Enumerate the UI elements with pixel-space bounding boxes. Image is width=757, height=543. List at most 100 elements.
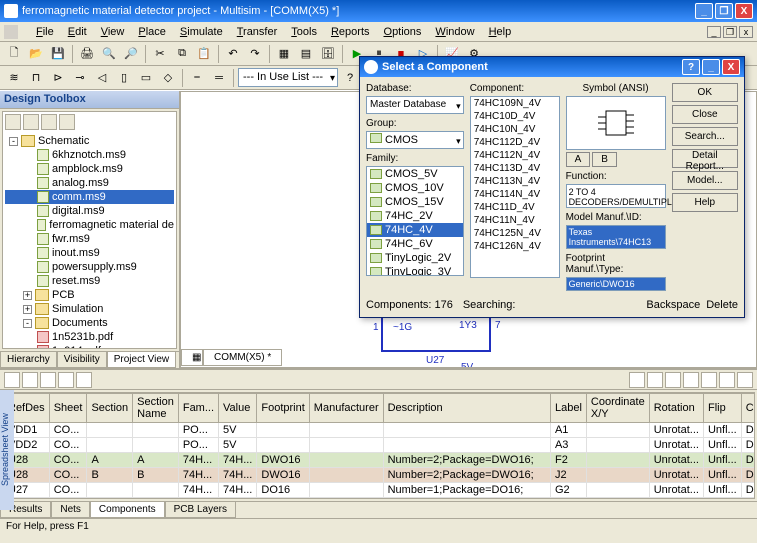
dialog-help-button[interactable]: ? <box>682 59 700 75</box>
component-item[interactable]: 74HC126N_4V <box>471 240 559 253</box>
spreadsheet-toggle-button[interactable]: ▤ <box>296 44 316 64</box>
place-misc-button[interactable]: ◇ <box>158 68 178 88</box>
family-item[interactable]: TinyLogic_2V <box>367 251 463 265</box>
backspace-link[interactable]: Backspace <box>646 299 700 311</box>
ss-tool-1[interactable] <box>629 372 645 388</box>
undo-button[interactable]: ↶ <box>223 44 243 64</box>
tree-root[interactable]: -Schematic <box>5 134 174 148</box>
family-item[interactable]: CMOS_5V <box>367 167 463 181</box>
zoom-out-button[interactable]: 🔎 <box>121 44 141 64</box>
toolbox-tab-visibility[interactable]: Visibility <box>57 352 107 368</box>
tree-folder-documents[interactable]: -Documents <box>5 316 174 330</box>
component-item[interactable]: 74HC109N_4V <box>471 97 559 110</box>
component-item[interactable]: 74HC10D_4V <box>471 110 559 123</box>
mdi-close-button[interactable]: x <box>739 26 753 38</box>
help-button[interactable]: ? <box>340 68 360 88</box>
menu-simulate[interactable]: Simulate <box>173 24 230 40</box>
ss-export-button[interactable] <box>4 372 20 388</box>
tree-up-button[interactable] <box>41 114 57 130</box>
copy-button[interactable]: ⧉ <box>172 44 192 64</box>
tree-file-ampblock-ms9[interactable]: ampblock.ms9 <box>5 162 174 176</box>
table-row[interactable]: VDD1CO...PO...5VA1Unrotat...Unfl...Def..… <box>4 423 756 438</box>
ss-tool-6[interactable] <box>719 372 735 388</box>
place-bus-button[interactable]: ═ <box>209 68 229 88</box>
menu-place[interactable]: Place <box>131 24 173 40</box>
place-diode-button[interactable]: ⊳ <box>48 68 68 88</box>
place-source-button[interactable]: ≋ <box>4 68 24 88</box>
tree-folder-pcb[interactable]: +PCB <box>5 288 174 302</box>
table-row[interactable]: U27CO...74H...74H...DO16Number=1;Package… <box>4 483 756 498</box>
cut-button[interactable]: ✂ <box>150 44 170 64</box>
toolbox-tab-hierarchy[interactable]: Hierarchy <box>0 352 57 368</box>
open-button[interactable]: 📂 <box>26 44 46 64</box>
tree-file-comm-ms9[interactable]: comm.ms9 <box>5 190 174 204</box>
tree-refresh-button[interactable] <box>59 114 75 130</box>
component-item[interactable]: 74HC11N_4V <box>471 214 559 227</box>
database-combo[interactable]: Master Database <box>366 96 464 114</box>
new-button[interactable]: 🗋 <box>4 44 24 64</box>
table-row[interactable]: U28CO...BB74H...74H...DWO16Number=2;Pack… <box>4 468 756 483</box>
section-tab-b[interactable]: B <box>592 152 617 167</box>
column-header[interactable]: Description <box>383 394 550 423</box>
table-row[interactable]: VDD2CO...PO...5VA3Unrotat...Unfl...Def..… <box>4 438 756 453</box>
family-item[interactable]: 74HC_2V <box>367 209 463 223</box>
toolbox-tab-project-view[interactable]: Project View <box>107 352 176 368</box>
model-text[interactable]: Texas Instruments\74HC13 <box>566 225 666 249</box>
tree-file-6khznotch-ms9[interactable]: 6khznotch.ms9 <box>5 148 174 162</box>
place-basic-button[interactable]: ⊓ <box>26 68 46 88</box>
column-header[interactable]: Colo... <box>741 394 755 423</box>
ss-find-button[interactable] <box>58 372 74 388</box>
search-button[interactable]: Search... <box>672 127 738 146</box>
tree-file-fwr-ms9[interactable]: fwr.ms9 <box>5 232 174 246</box>
tree-file-digital-ms9[interactable]: digital.ms9 <box>5 204 174 218</box>
ss-print-button[interactable] <box>76 372 92 388</box>
component-item[interactable]: 74HC10N_4V <box>471 123 559 136</box>
dialog-minimize-button[interactable]: _ <box>702 59 720 75</box>
minimize-button[interactable]: _ <box>695 3 713 19</box>
footprint-text[interactable]: Generic\DWO16 <box>566 277 666 291</box>
ss-filter-button[interactable] <box>40 372 56 388</box>
menu-options[interactable]: Options <box>377 24 429 40</box>
tree-file-reset-ms9[interactable]: reset.ms9 <box>5 274 174 288</box>
menu-reports[interactable]: Reports <box>324 24 377 40</box>
component-item[interactable]: 74HC112D_4V <box>471 136 559 149</box>
component-item[interactable]: 74HC125N_4V <box>471 227 559 240</box>
mdi-restore-button[interactable]: ❐ <box>723 26 737 38</box>
column-header[interactable]: Fam... <box>178 394 218 423</box>
column-header[interactable]: Manufacturer <box>309 394 383 423</box>
tree-doc-1n5231b-pdf[interactable]: 1n5231b.pdf <box>5 330 174 344</box>
paste-button[interactable]: 📋 <box>194 44 214 64</box>
spreadsheet-tab-components[interactable]: Components <box>90 502 165 518</box>
ss-tool-7[interactable] <box>737 372 753 388</box>
close-dialog-button[interactable]: Close <box>672 105 738 124</box>
column-header[interactable]: Sheet <box>49 394 87 423</box>
component-item[interactable]: 74HC113N_4V <box>471 175 559 188</box>
section-tab-a[interactable]: A <box>566 152 591 167</box>
close-button[interactable]: X <box>735 3 753 19</box>
column-header[interactable]: Section <box>87 394 133 423</box>
project-tree[interactable]: -Schematic6khznotch.ms9ampblock.ms9analo… <box>3 132 176 349</box>
save-button[interactable]: 💾 <box>48 44 68 64</box>
menu-transfer[interactable]: Transfer <box>230 24 285 40</box>
detail-report-button[interactable]: Detail Report... <box>672 149 738 168</box>
column-header[interactable]: Footprint <box>257 394 309 423</box>
column-header[interactable]: Value <box>219 394 257 423</box>
menu-edit[interactable]: Edit <box>61 24 94 40</box>
database-button[interactable]: 🗄 <box>318 44 338 64</box>
tree-doc-1n914-pdf[interactable]: 1n914.pdf <box>5 344 174 349</box>
place-cmos-button[interactable]: ▭ <box>136 68 156 88</box>
mdi-minimize-button[interactable]: _ <box>707 26 721 38</box>
inuse-combo[interactable]: --- In Use List --- <box>238 68 338 87</box>
spreadsheet-tab-pcb-layers[interactable]: PCB Layers <box>165 502 236 518</box>
tree-file-analog-ms9[interactable]: analog.ms9 <box>5 176 174 190</box>
toolbox-toggle-button[interactable]: ▦ <box>274 44 294 64</box>
column-header[interactable]: Rotation <box>649 394 703 423</box>
ss-tool-5[interactable] <box>701 372 717 388</box>
redo-button[interactable]: ↷ <box>245 44 265 64</box>
dialog-titlebar[interactable]: Select a Component ? _ X <box>360 57 744 77</box>
tree-file-powersupply-ms9[interactable]: powersupply.ms9 <box>5 260 174 274</box>
column-header[interactable]: Flip <box>703 394 741 423</box>
component-item[interactable]: 74HC112N_4V <box>471 149 559 162</box>
maximize-button[interactable]: ❐ <box>715 3 733 19</box>
family-item[interactable]: 74HC_6V <box>367 237 463 251</box>
